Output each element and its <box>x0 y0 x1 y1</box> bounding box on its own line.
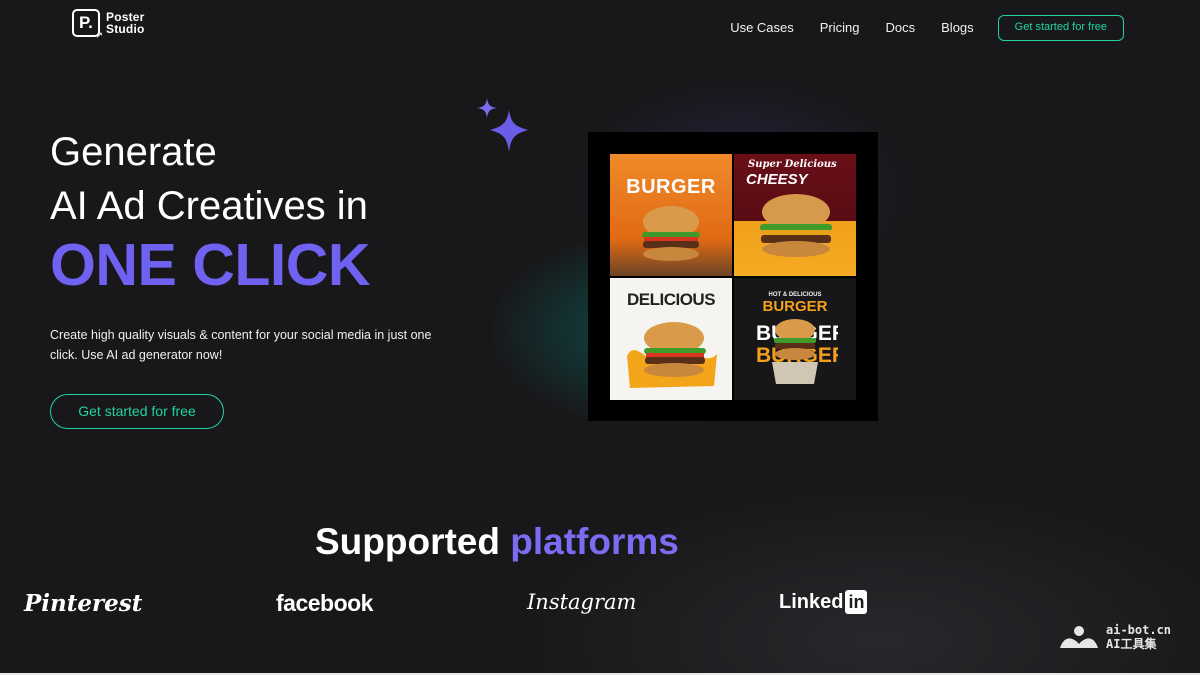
brand-name: Poster Studio <box>106 11 145 35</box>
burger-image <box>760 194 832 257</box>
watermark-line2: AI工具集 <box>1106 637 1157 651</box>
nav-docs[interactable]: Docs <box>886 15 916 41</box>
landing-page: P. ↗ Poster Studio Use Cases Pricing Docs… <box>0 0 1200 675</box>
linkedin-logo-box: in <box>845 590 868 614</box>
brand-name-line2: Studio <box>106 22 145 36</box>
watermark: ai-bot.cn AI工具集 <box>1058 623 1171 651</box>
watermark-text: ai-bot.cn AI工具集 <box>1106 623 1171 651</box>
poster-title: DELICIOUS <box>626 290 716 309</box>
poster-tile-burger-orange: BURGER <box>610 154 732 276</box>
nav-blogs[interactable]: Blogs <box>941 15 974 41</box>
watermark-logo-icon <box>1060 626 1098 648</box>
poster-tile-hot-burger: HOT & DELICIOUS BURGER BURGER BURGER <box>734 278 856 400</box>
facebook-logo: facebook <box>276 590 373 616</box>
linkedin-logo: Linked in <box>779 590 868 614</box>
hero-get-started-button[interactable]: Get started for free <box>50 394 224 429</box>
instagram-logo: Instagram <box>527 590 637 614</box>
watermark-line1: ai-bot.cn <box>1106 623 1172 637</box>
top-nav: Use Cases Pricing Docs Blogs Get started… <box>730 15 1124 41</box>
platforms-heading-accent: platforms <box>510 521 679 562</box>
linkedin-logo-text: Linked <box>779 590 844 613</box>
poster-tile-delicious: DELICIOUS <box>610 278 732 400</box>
poster-studio-logo-icon: P. ↗ <box>72 9 103 40</box>
sparkle-icon <box>477 98 528 152</box>
burger-image <box>627 322 717 388</box>
burger-image: BURGER BURGER <box>756 319 838 384</box>
brand-logo[interactable]: P. ↗ Poster Studio <box>72 9 145 40</box>
hero-heading-line1: Generate <box>50 130 217 174</box>
nav-pricing[interactable]: Pricing <box>820 15 860 41</box>
poster-title: BURGER <box>762 298 828 315</box>
platforms-heading: Supported platforms <box>315 520 679 564</box>
poster-tile-cheesy: Super Delicious CHEESY <box>734 154 856 276</box>
poster-title: CHEESY <box>746 171 808 188</box>
poster-title: BURGER <box>626 176 716 198</box>
poster-grid: BURGER Super Delicious CHEESY DELICIOUS … <box>610 154 856 400</box>
platforms-heading-white: Supported <box>315 521 500 562</box>
nav-use-cases[interactable]: Use Cases <box>730 15 794 41</box>
hero-heading-line2: AI Ad Creatives in <box>50 184 368 228</box>
burger-image <box>642 206 700 261</box>
poster-script: Super Delicious <box>748 159 837 170</box>
nav-get-started-button[interactable]: Get started for free <box>997 15 1124 41</box>
pinterest-logo: Pinterest <box>24 590 143 617</box>
hero-description: Create high quality visuals & content fo… <box>50 328 432 362</box>
ad-creatives-preview: BURGER Super Delicious CHEESY DELICIOUS … <box>588 132 878 421</box>
hero-heading-accent: ONE CLICK <box>50 232 371 298</box>
